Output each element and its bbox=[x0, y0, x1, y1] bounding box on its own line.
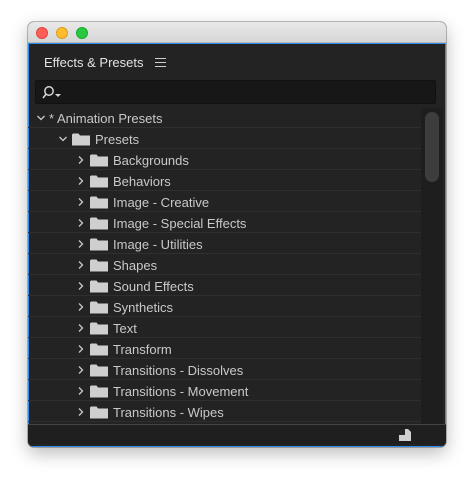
tree-item-label: Synthetics bbox=[113, 300, 173, 315]
new-item-icon[interactable] bbox=[398, 428, 412, 442]
tree-item-label: Backgrounds bbox=[113, 153, 189, 168]
tree-item-label: Behaviors bbox=[113, 174, 171, 189]
tree-item-label: Text bbox=[113, 321, 137, 336]
minimize-window-button[interactable] bbox=[56, 27, 68, 39]
folder-icon bbox=[90, 280, 108, 293]
tree-row[interactable]: Backgrounds bbox=[28, 150, 421, 170]
folder-icon bbox=[90, 196, 108, 209]
effects-presets-window: Effects & Presets * Animation Presets Pre… bbox=[28, 22, 446, 447]
chevron-down-icon[interactable] bbox=[36, 113, 46, 123]
scrollbar-thumb[interactable] bbox=[425, 112, 439, 182]
tree-row[interactable]: Transform bbox=[28, 339, 421, 359]
chevron-right-icon[interactable] bbox=[76, 239, 86, 249]
tree-item-label: Sound Effects bbox=[113, 279, 194, 294]
tree-item-label: * Animation Presets bbox=[49, 111, 163, 126]
tree-item-label: Transitions - Dissolves bbox=[113, 363, 244, 378]
tree-row[interactable]: Synthetics bbox=[28, 297, 421, 317]
folder-icon bbox=[90, 259, 108, 272]
search-icon[interactable] bbox=[42, 85, 64, 100]
tree-row[interactable]: Transitions - Movement bbox=[28, 381, 421, 401]
chevron-right-icon[interactable] bbox=[76, 344, 86, 354]
chevron-right-icon[interactable] bbox=[76, 407, 86, 417]
folder-icon bbox=[90, 217, 108, 230]
chevron-down-icon[interactable] bbox=[58, 134, 68, 144]
tree-row[interactable]: Transitions - Dissolves bbox=[28, 360, 421, 380]
presets-tree: * Animation Presets Presets Backgrounds Beh… bbox=[28, 108, 421, 444]
folder-icon bbox=[90, 364, 108, 377]
tree-item-label: Image - Creative bbox=[113, 195, 210, 210]
maximize-window-button[interactable] bbox=[76, 27, 88, 39]
panel-header: Effects & Presets bbox=[29, 44, 445, 80]
folder-icon bbox=[90, 406, 108, 419]
tree-row[interactable]: Sound Effects bbox=[28, 276, 421, 296]
chevron-right-icon[interactable] bbox=[76, 386, 86, 396]
folder-icon bbox=[90, 301, 108, 314]
folder-icon bbox=[90, 175, 108, 188]
chevron-right-icon[interactable] bbox=[76, 281, 86, 291]
folder-icon bbox=[90, 322, 108, 335]
tree-item-label: Transitions - Wipes bbox=[113, 405, 224, 420]
tree-row[interactable]: * Animation Presets bbox=[28, 108, 421, 128]
chevron-right-icon[interactable] bbox=[76, 197, 86, 207]
panel-footer bbox=[28, 424, 446, 444]
chevron-right-icon[interactable] bbox=[76, 323, 86, 333]
tree-row[interactable]: Behaviors bbox=[28, 171, 421, 191]
chevron-right-icon[interactable] bbox=[76, 260, 86, 270]
vertical-scrollbar[interactable] bbox=[421, 108, 443, 424]
folder-icon bbox=[90, 343, 108, 356]
chevron-right-icon[interactable] bbox=[76, 176, 86, 186]
search-bar[interactable] bbox=[35, 80, 436, 104]
chevron-right-icon[interactable] bbox=[76, 155, 86, 165]
search-input[interactable] bbox=[66, 83, 426, 101]
tree-item-label: Image - Special Effects bbox=[113, 216, 247, 231]
folder-icon bbox=[90, 238, 108, 251]
tree-row[interactable]: Shapes bbox=[28, 255, 421, 275]
tree-row[interactable]: Presets bbox=[28, 129, 421, 149]
tree-item-label: Image - Utilities bbox=[113, 237, 203, 252]
folder-icon bbox=[90, 385, 108, 398]
tree-row[interactable]: Image - Creative bbox=[28, 192, 421, 212]
panel-title[interactable]: Effects & Presets bbox=[44, 55, 143, 70]
chevron-right-icon[interactable] bbox=[76, 218, 86, 228]
tree-item-label: Transitions - Movement bbox=[113, 384, 249, 399]
close-window-button[interactable] bbox=[36, 27, 48, 39]
folder-icon bbox=[72, 133, 90, 146]
tree-row[interactable]: Transitions - Wipes bbox=[28, 402, 421, 422]
window-titlebar[interactable] bbox=[28, 22, 446, 43]
tree-item-label: Transform bbox=[113, 342, 172, 357]
chevron-right-icon[interactable] bbox=[76, 302, 86, 312]
tree-item-label: Presets bbox=[95, 132, 140, 147]
chevron-right-icon[interactable] bbox=[76, 365, 86, 375]
tree-row[interactable]: Image - Utilities bbox=[28, 234, 421, 254]
folder-icon bbox=[90, 154, 108, 167]
tree-row[interactable]: Text bbox=[28, 318, 421, 338]
hamburger-menu-icon[interactable] bbox=[155, 58, 166, 67]
tree-row[interactable]: Image - Special Effects bbox=[28, 213, 421, 233]
tree-item-label: Shapes bbox=[113, 258, 158, 273]
